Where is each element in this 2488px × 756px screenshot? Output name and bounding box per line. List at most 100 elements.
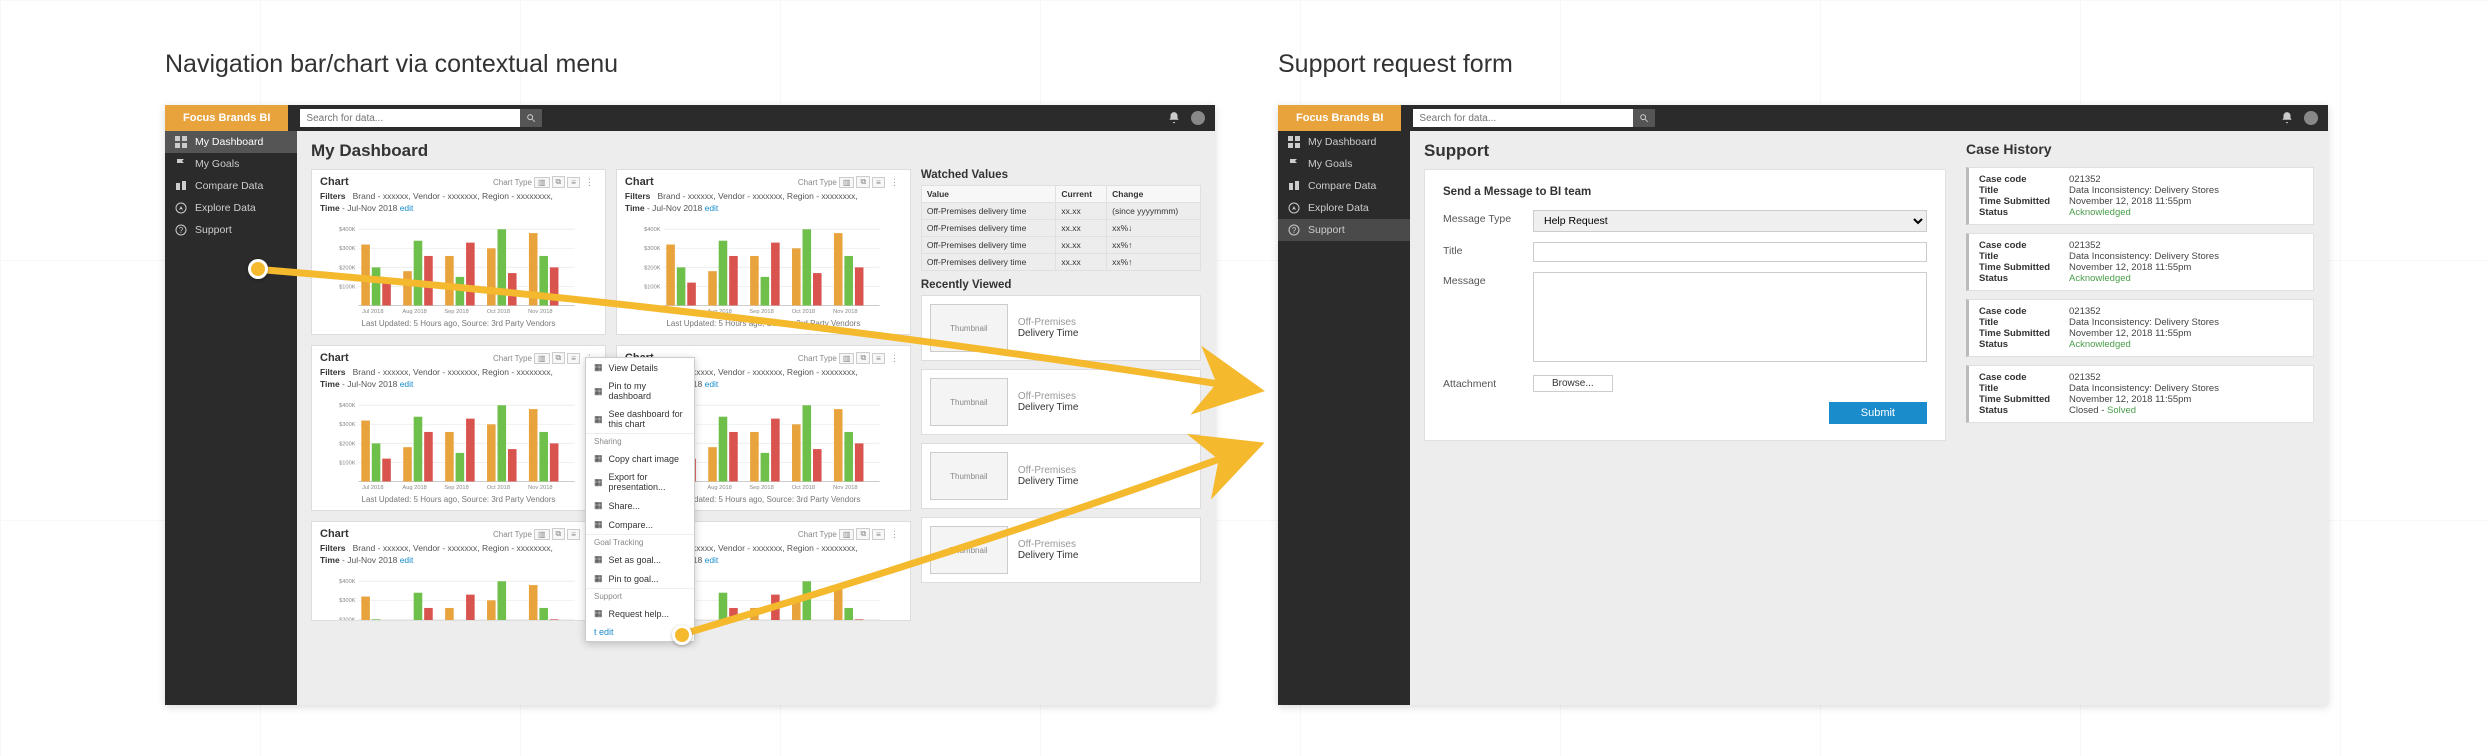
edit-link[interactable]: edit xyxy=(705,555,719,565)
ctx-sharing-item[interactable]: ▦Share... xyxy=(586,496,694,515)
chart-type-bar-icon[interactable]: ▥ xyxy=(839,353,855,364)
bell-icon[interactable] xyxy=(1167,111,1181,125)
avatar[interactable] xyxy=(2304,111,2318,125)
form-title: Send a Message to BI team xyxy=(1443,186,1927,198)
chart-filters: Filters Brand - xxxxxx, Vendor - xxxxxxx… xyxy=(320,543,597,553)
svg-text:$200K: $200K xyxy=(339,441,356,447)
svg-text:?: ? xyxy=(1292,226,1297,235)
ctx-compare[interactable]: ▦Compare... xyxy=(586,515,694,534)
ctx-item[interactable]: ▦View Details xyxy=(586,358,694,377)
chart-type-bar-icon[interactable]: ▥ xyxy=(534,177,550,188)
recent-info: Off-PremisesDelivery Time xyxy=(1018,465,1079,487)
chart-menu-icon[interactable]: ⋮ xyxy=(887,353,902,364)
browse-button[interactable]: Browse... xyxy=(1533,375,1613,392)
bell-icon[interactable] xyxy=(2280,111,2294,125)
ctx-sharing-item[interactable]: ▦Export for presentation... xyxy=(586,468,694,496)
chart-type-bar-icon[interactable]: ▥ xyxy=(839,177,855,188)
chart-type-line-icon[interactable]: ⧉ xyxy=(552,176,566,188)
edit-link[interactable]: edit xyxy=(400,203,414,213)
sidebar-label: My Dashboard xyxy=(195,136,263,148)
chart-type-label: Chart Type xyxy=(798,178,837,187)
edit-link[interactable]: edit xyxy=(705,379,719,389)
logo[interactable]: Focus Brands BI xyxy=(1278,105,1401,131)
svg-text:Sep 2018: Sep 2018 xyxy=(444,309,468,315)
sidebar-item-compare[interactable]: Compare Data xyxy=(1278,175,1410,197)
svg-text:$300K: $300K xyxy=(644,246,661,252)
chart-type-table-icon[interactable]: ≡ xyxy=(567,353,580,364)
label-message-type: Message Type xyxy=(1443,210,1533,225)
ctx-goal-item[interactable]: ▦Pin to goal... xyxy=(586,569,694,588)
chart-type-table-icon[interactable]: ≡ xyxy=(872,177,885,188)
message-textarea[interactable] xyxy=(1533,272,1927,362)
chart-type-bar-icon[interactable]: ▥ xyxy=(534,353,550,364)
case-card[interactable]: Case code021352 TitleData Inconsistency:… xyxy=(1966,365,2314,423)
chart-filters: Filters Brand - xxxxxx, Vendor - xxxxxxx… xyxy=(320,191,597,201)
svg-text:$300K: $300K xyxy=(339,598,356,604)
sidebar-label: Compare Data xyxy=(1308,180,1376,192)
thumbnail: Thumbnail xyxy=(930,452,1008,500)
sidebar-label: My Dashboard xyxy=(1308,136,1376,148)
sidebar-item-support[interactable]: ?Support xyxy=(1278,219,1410,241)
chart-type-table-icon[interactable]: ≡ xyxy=(872,529,885,540)
search-input[interactable] xyxy=(300,109,520,127)
sidebar: My Dashboard My Goals Compare Data Explo… xyxy=(165,131,297,705)
chart-card: Chart Chart Type ▥ ⧉ ≡ ⋮ Filters Brand -… xyxy=(311,521,606,621)
sidebar-item-dashboard[interactable]: My Dashboard xyxy=(1278,131,1410,153)
edit-link[interactable]: edit xyxy=(400,379,414,389)
search-button[interactable] xyxy=(520,109,542,127)
table-row[interactable]: Off-Premises delivery timexx.xxxx%↓ xyxy=(921,220,1200,237)
chart-menu-icon[interactable]: ⋮ xyxy=(887,529,902,540)
chart-type-table-icon[interactable]: ≡ xyxy=(567,529,580,540)
case-card[interactable]: Case code021352 TitleData Inconsistency:… xyxy=(1966,299,2314,357)
table-row[interactable]: Off-Premises delivery timexx.xxxx%↑ xyxy=(921,254,1200,271)
chart-type-bar-icon[interactable]: ▥ xyxy=(839,529,855,540)
title-input[interactable] xyxy=(1533,242,1927,262)
sidebar-item-support[interactable]: ? Support xyxy=(165,219,297,241)
ctx-request-help[interactable]: ▦Request help... xyxy=(586,604,694,623)
chart-card: Chart Chart Type ▥ ⧉ ≡ ⋮ Filters Brand -… xyxy=(311,345,606,511)
chart-type-line-icon[interactable]: ⧉ xyxy=(856,352,870,364)
table-row[interactable]: Off-Premises delivery timexx.xxxx%↑ xyxy=(921,237,1200,254)
ctx-sharing-item[interactable]: ▦Copy chart image xyxy=(586,449,694,468)
chart-type-line-icon[interactable]: ⧉ xyxy=(552,352,566,364)
submit-button[interactable]: Submit xyxy=(1829,402,1927,424)
chart-type-line-icon[interactable]: ⧉ xyxy=(856,528,870,540)
watched-cell: Off-Premises delivery time xyxy=(921,237,1056,254)
sidebar-item-goals[interactable]: My Goals xyxy=(1278,153,1410,175)
ctx-item[interactable]: ▦Pin to my dashboard xyxy=(586,377,694,405)
chart-type-line-icon[interactable]: ⧉ xyxy=(856,176,870,188)
recent-item[interactable]: Thumbnail Off-PremisesDelivery Time xyxy=(921,369,1201,435)
case-card[interactable]: Case code021352 TitleData Inconsistency:… xyxy=(1966,167,2314,225)
search-input[interactable] xyxy=(1413,109,1633,127)
thumbnail: Thumbnail xyxy=(930,304,1008,352)
case-card[interactable]: Case code021352 TitleData Inconsistency:… xyxy=(1966,233,2314,291)
avatar[interactable] xyxy=(1191,111,1205,125)
ctx-goal-item[interactable]: ▦Set as goal... xyxy=(586,550,694,569)
sidebar-item-dashboard[interactable]: My Dashboard xyxy=(165,131,297,153)
svg-text:$200K: $200K xyxy=(339,265,356,271)
chart-type-table-icon[interactable]: ≡ xyxy=(872,353,885,364)
logo[interactable]: Focus Brands BI xyxy=(165,105,288,131)
svg-text:$200K: $200K xyxy=(644,265,661,271)
search-button[interactable] xyxy=(1633,109,1655,127)
sidebar-item-goals[interactable]: My Goals xyxy=(165,153,297,175)
svg-text:$100K: $100K xyxy=(339,284,356,290)
table-row[interactable]: Off-Premises delivery timexx.xx(since yy… xyxy=(921,203,1200,220)
chart-type-table-icon[interactable]: ≡ xyxy=(567,177,580,188)
sidebar-item-explore[interactable]: Explore Data xyxy=(165,197,297,219)
chart-type-label: Chart Type xyxy=(798,530,837,539)
sidebar-item-compare[interactable]: Compare Data xyxy=(165,175,297,197)
edit-link[interactable]: edit xyxy=(705,203,719,213)
chart-menu-icon[interactable]: ⋮ xyxy=(582,177,597,188)
flag-icon xyxy=(175,158,187,170)
recent-item[interactable]: Thumbnail Off-PremisesDelivery Time xyxy=(921,443,1201,509)
chart-type-line-icon[interactable]: ⧉ xyxy=(552,528,566,540)
message-type-select[interactable]: Help Request xyxy=(1533,210,1927,232)
edit-link[interactable]: edit xyxy=(400,555,414,565)
chart-type-bar-icon[interactable]: ▥ xyxy=(534,529,550,540)
recent-item[interactable]: Thumbnail Off-PremisesDelivery Time xyxy=(921,517,1201,583)
ctx-item[interactable]: ▦See dashboard for this chart xyxy=(586,405,694,433)
chart-menu-icon[interactable]: ⋮ xyxy=(887,177,902,188)
sidebar-item-explore[interactable]: Explore Data xyxy=(1278,197,1410,219)
recent-item[interactable]: Thumbnail Off-PremisesDelivery Time xyxy=(921,295,1201,361)
